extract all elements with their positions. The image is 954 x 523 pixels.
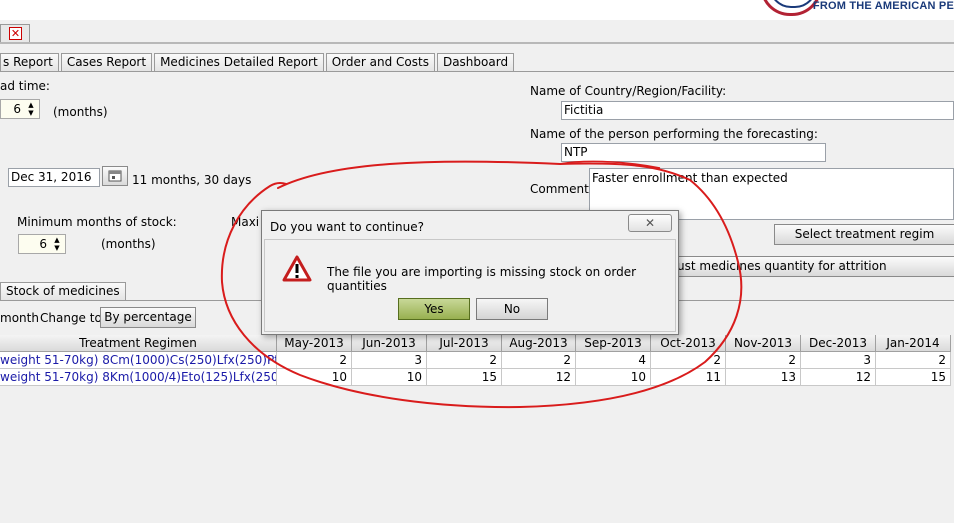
close-tab-icon[interactable]: ✕	[9, 27, 22, 40]
min-stock-label: Minimum months of stock:	[17, 215, 177, 229]
end-date-field[interactable]: Dec 31, 2016	[8, 168, 100, 187]
dialog-title: Do you want to continue?	[270, 220, 424, 234]
no-button[interactable]: No	[476, 298, 548, 320]
spinner-arrows-icon[interactable]: ▲ ▼	[51, 236, 63, 252]
tab-stock-of-medicines[interactable]: Stock of medicines	[0, 282, 126, 300]
table-cell[interactable]: 4	[576, 352, 651, 369]
month-label: month	[0, 311, 39, 325]
regimen-cell[interactable]: weight 51-70kg) 8Cm(1000)Cs(250)Lfx(250)…	[0, 352, 277, 369]
document-tab[interactable]: ✕	[0, 24, 30, 42]
country-field[interactable]: Fictitia	[561, 101, 954, 120]
max-stock-label: Maxi	[231, 215, 260, 229]
spinner-arrows-icon[interactable]: ▲ ▼	[25, 101, 37, 117]
calendar-icon	[108, 170, 122, 182]
lead-time-value: 6	[13, 102, 21, 116]
report-tabs: s Report Cases Report Medicines Detailed…	[0, 53, 516, 71]
table-cell[interactable]: 3	[801, 352, 876, 369]
column-header[interactable]: Nov-2013	[726, 335, 801, 352]
min-stock-unit: (months)	[101, 237, 156, 251]
table-cell[interactable]: 15	[427, 369, 502, 386]
tab-divider	[0, 42, 954, 44]
select-treatment-regimen-button[interactable]: Select treatment regim	[774, 224, 954, 245]
table-cell[interactable]: 2	[277, 352, 352, 369]
dialog-close-button[interactable]: ✕	[628, 214, 672, 232]
lead-time-spinner[interactable]: 6 ▲ ▼	[0, 99, 40, 119]
regimen-cell[interactable]: weight 51-70kg) 8Km(1000/4)Eto(125)Lfx(2…	[0, 369, 277, 386]
table-cell[interactable]: 2	[726, 352, 801, 369]
comment-label: Comment:	[530, 182, 593, 196]
table-cell[interactable]: 15	[876, 369, 951, 386]
table-cell[interactable]: 11	[651, 369, 726, 386]
by-percentage-button[interactable]: By percentage	[100, 307, 196, 328]
column-header[interactable]: Treatment Regimen	[0, 335, 277, 352]
calendar-button[interactable]	[102, 166, 128, 186]
tab-medicines-detailed-report[interactable]: Medicines Detailed Report	[154, 53, 324, 71]
table-cell[interactable]: 2	[876, 352, 951, 369]
min-stock-spinner[interactable]: 6 ▲ ▼	[18, 234, 66, 254]
warning-icon	[282, 255, 312, 282]
tab-cases-report[interactable]: Cases Report	[60, 53, 153, 71]
column-header[interactable]: Aug-2013	[502, 335, 576, 352]
tab-s-report[interactable]: s Report	[0, 53, 59, 71]
adjust-attrition-button[interactable]: ust medicines quantity for attrition	[672, 256, 954, 277]
min-stock-value: 6	[39, 237, 47, 251]
table-cell[interactable]: 2	[651, 352, 726, 369]
column-header[interactable]: Dec-2013	[801, 335, 876, 352]
person-label: Name of the person performing the foreca…	[530, 127, 818, 141]
table-cell[interactable]: 12	[502, 369, 576, 386]
lead-time-unit: (months)	[53, 105, 108, 119]
brand-text: FROM THE AMERICAN PE	[812, 0, 954, 12]
column-header[interactable]: Sep-2013	[576, 335, 651, 352]
column-header[interactable]: Oct-2013	[651, 335, 726, 352]
column-header[interactable]: May-2013	[277, 335, 352, 352]
table-cell[interactable]: 12	[801, 369, 876, 386]
yes-button[interactable]: Yes	[398, 298, 470, 320]
period-text: 11 months, 30 days	[132, 173, 252, 187]
column-header[interactable]: Jul-2013	[427, 335, 502, 352]
country-label: Name of Country/Region/Facility:	[530, 84, 727, 98]
table-cell[interactable]: 3	[352, 352, 427, 369]
dialog-message: The file you are importing is missing st…	[327, 265, 637, 293]
table-cell[interactable]: 13	[726, 369, 801, 386]
column-header[interactable]: Jun-2013	[352, 335, 427, 352]
tab-dashboard[interactable]: Dashboard	[436, 53, 515, 71]
lead-time-label: ad time:	[0, 79, 50, 93]
dialog-body: The file you are importing is missing st…	[264, 239, 676, 332]
person-field[interactable]: NTP	[561, 143, 826, 162]
tab-order-and-costs[interactable]: Order and Costs	[325, 53, 435, 71]
table-cell[interactable]: 10	[352, 369, 427, 386]
confirm-dialog: Do you want to continue? ✕ The file you …	[261, 210, 679, 335]
table-cell[interactable]: 10	[576, 369, 651, 386]
change-to-label: Change to:	[40, 311, 106, 325]
column-header[interactable]: Jan-2014	[876, 335, 951, 352]
table-cell[interactable]: 2	[427, 352, 502, 369]
table-cell[interactable]: 2	[502, 352, 576, 369]
tabs-divider	[0, 71, 954, 72]
table-cell[interactable]: 10	[277, 369, 352, 386]
